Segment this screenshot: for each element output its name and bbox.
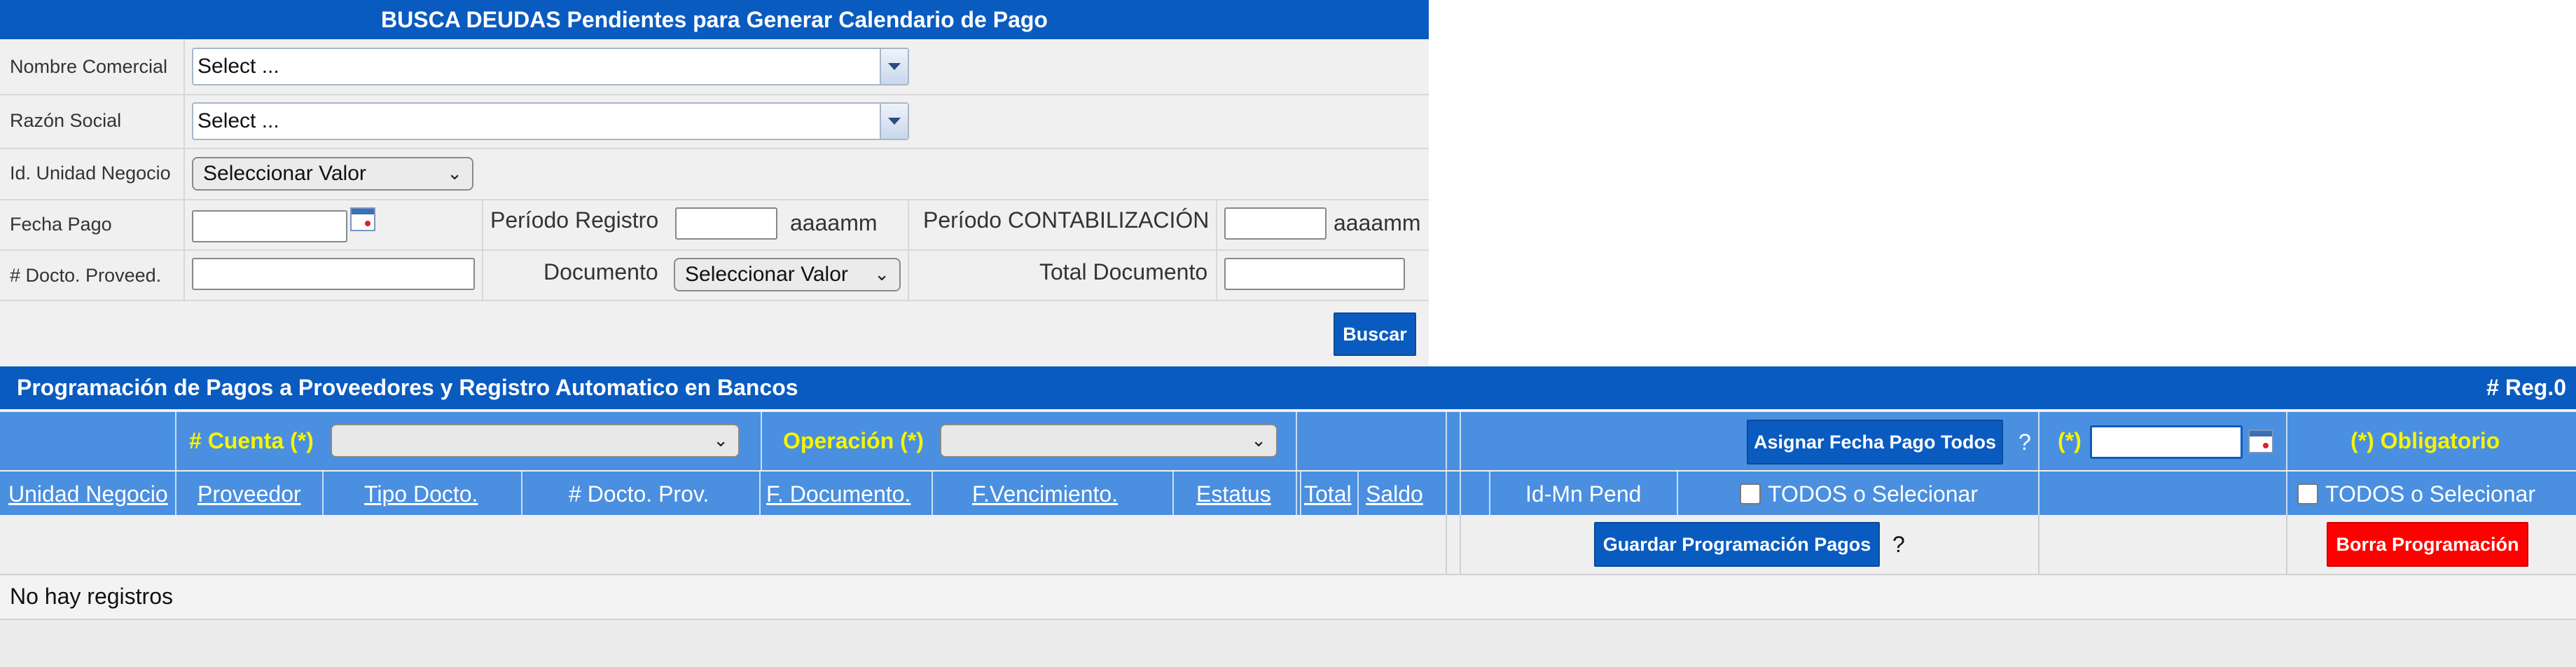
documento-label: Documento [543, 259, 658, 284]
search-panel: BUSCA DEUDAS Pendientes para Generar Cal… [0, 0, 1429, 366]
divider [521, 472, 522, 515]
operacion-label: Operación (*) [783, 428, 924, 453]
divider [2038, 515, 2040, 574]
col-total[interactable]: Total [1304, 481, 1352, 507]
select-all-checkbox[interactable] [1740, 483, 1761, 504]
periodo-registro-label: Período Registro [490, 207, 659, 233]
divider [0, 300, 1429, 301]
divider [2286, 412, 2287, 515]
nombre-comercial-label: Nombre Comercial [10, 56, 168, 77]
razon-social-value: Select ... [198, 109, 279, 132]
col-docto-prov: # Docto. Prov. [569, 481, 709, 507]
guardar-programacion-button[interactable]: Guardar Programación Pagos [1594, 522, 1880, 567]
periodo-contabilizacion-hint: aaaamm [1334, 210, 1421, 235]
nombre-comercial-combobox[interactable]: Select ... [192, 48, 909, 85]
divider [1489, 472, 1490, 515]
operacion-select[interactable]: ⌄ [940, 424, 1277, 458]
divider [0, 199, 1429, 200]
divider [932, 472, 933, 515]
calendar-icon[interactable] [350, 207, 375, 231]
docto-proveed-label: # Docto. Proveed. [10, 265, 162, 286]
borra-programacion-button[interactable]: Borra Programación [2327, 522, 2528, 567]
cuenta-select[interactable]: ⌄ [331, 424, 740, 458]
unidad-negocio-value: Seleccionar Valor [203, 162, 366, 185]
divider [908, 199, 909, 300]
todos-selecionar-delete-label: TODOS o Selecionar [2325, 481, 2535, 507]
chevron-down-icon: ⌄ [447, 163, 462, 184]
col-id-mn-pend: Id-Mn Pend [1525, 481, 1642, 507]
divider [1446, 412, 1447, 515]
empty-row [0, 575, 2576, 619]
calendar-icon[interactable] [2248, 429, 2273, 453]
obligatorio-label: (*) Obligatorio [2350, 428, 2500, 453]
razon-social-combobox[interactable]: Select ... [192, 102, 909, 140]
divider [1216, 199, 1217, 300]
razon-social-label: Razón Social [10, 110, 122, 131]
divider [2038, 412, 2040, 515]
action-row [0, 515, 2576, 574]
col-unidad-negocio[interactable]: Unidad Negocio [8, 481, 168, 507]
nombre-comercial-value: Select ... [198, 55, 279, 78]
divider [0, 249, 1429, 251]
col-saldo[interactable]: Saldo [1366, 481, 1423, 507]
divider [1357, 472, 1359, 515]
divider [2286, 515, 2287, 574]
asignar-fecha-pago-todos-button[interactable]: Asignar Fecha Pago Todos [1747, 420, 2003, 465]
divider [183, 39, 185, 300]
periodo-registro-hint: aaaamm [790, 210, 878, 235]
select-all-delete-checkbox[interactable] [2297, 483, 2318, 504]
divider [1460, 412, 1461, 515]
divider [0, 94, 1429, 95]
col-tipo-docto[interactable]: Tipo Docto. [364, 481, 478, 507]
chevron-down-icon[interactable] [880, 49, 908, 84]
divider [1296, 412, 1297, 515]
required-mark: (*) [2058, 428, 2082, 453]
documento-value: Seleccionar Valor [685, 263, 848, 286]
periodo-registro-input[interactable] [675, 207, 777, 240]
fecha-pago-input[interactable] [192, 210, 347, 242]
documento-select[interactable]: Seleccionar Valor ⌄ [674, 258, 901, 291]
col-f-vencimiento[interactable]: F.Vencimiento. [972, 481, 1118, 507]
periodo-contabilizacion-label: Período CONTABILIZACIÓN [923, 207, 1210, 233]
divider [175, 412, 176, 470]
chevron-down-icon: ⌄ [713, 429, 728, 451]
divider [482, 199, 483, 300]
divider [1677, 472, 1678, 515]
unidad-negocio-label: Id. Unidad Negocio [10, 163, 171, 184]
help-icon[interactable]: ? [1892, 532, 1905, 558]
chevron-down-icon: ⌄ [1251, 429, 1266, 451]
divider [1460, 515, 1461, 574]
docto-proveed-input[interactable] [192, 258, 475, 290]
chevron-down-icon: ⌄ [874, 263, 889, 284]
empty-message: No hay registros [10, 584, 173, 609]
total-documento-input[interactable] [1224, 258, 1405, 290]
help-icon[interactable]: ? [2018, 429, 2031, 455]
col-proveedor[interactable]: Proveedor [198, 481, 301, 507]
divider [322, 472, 324, 515]
cuenta-label: # Cuenta (*) [189, 428, 314, 453]
footer-row [0, 620, 2576, 667]
periodo-contabilizacion-input[interactable] [1224, 207, 1327, 240]
col-estatus[interactable]: Estatus [1196, 481, 1271, 507]
todos-selecionar-label: TODOS o Selecionar [1768, 481, 1978, 507]
divider [759, 472, 761, 515]
unidad-negocio-select[interactable]: Seleccionar Valor ⌄ [192, 157, 473, 191]
divider [175, 472, 176, 515]
divider [1172, 472, 1174, 515]
programacion-titlebar: Programación de Pagos a Proveedores y Re… [0, 366, 2576, 409]
divider [1446, 515, 1447, 574]
buscar-button[interactable]: Buscar [1334, 312, 1416, 356]
fecha-pago-todos-input[interactable] [2090, 425, 2243, 459]
total-documento-label: Total Documento [1039, 259, 1208, 284]
programacion-panel: Programación de Pagos a Proveedores y Re… [0, 366, 2576, 667]
reg-count: # Reg.0 [2486, 375, 2566, 400]
fecha-pago-label: Fecha Pago [10, 214, 112, 235]
divider [0, 148, 1429, 149]
programacion-title: Programación de Pagos a Proveedores y Re… [17, 375, 798, 400]
divider [761, 412, 762, 470]
search-title: BUSCA DEUDAS Pendientes para Generar Cal… [0, 0, 1429, 39]
col-f-documento[interactable]: F. Documento. [766, 481, 910, 507]
chevron-down-icon[interactable] [880, 104, 908, 139]
divider [1300, 472, 1301, 515]
